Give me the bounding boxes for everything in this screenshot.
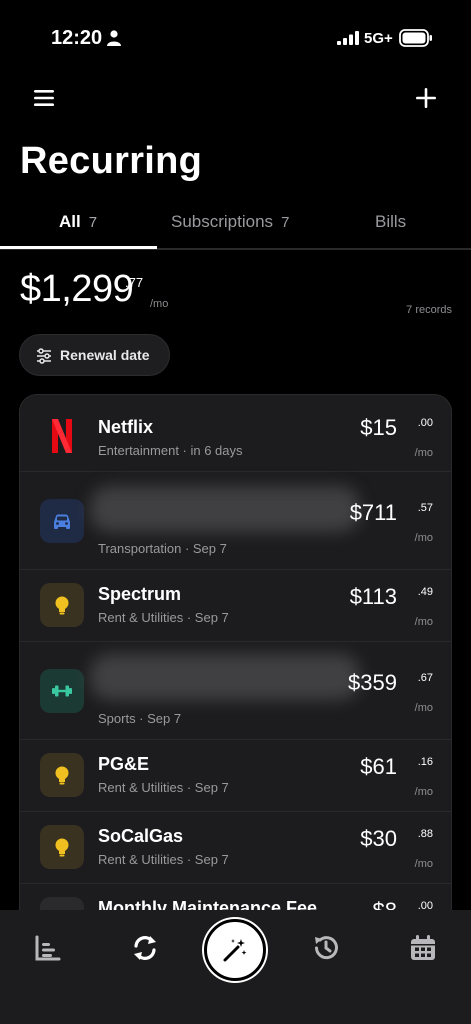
list-item-netflix[interactable]: Netflix Entertainment · in 6 days $15 .0… xyxy=(20,395,451,472)
status-bar: 12:20 5G+ xyxy=(0,0,471,70)
item-cents: .00 xyxy=(417,417,433,429)
battery-icon xyxy=(399,29,432,47)
car-glyph xyxy=(54,514,70,529)
item-amount: $61 xyxy=(360,754,397,779)
item-cents: .88 xyxy=(417,828,433,840)
person-icon xyxy=(107,30,121,46)
add-icon[interactable] xyxy=(414,86,438,110)
list-item-transportation[interactable]: Transportation · Sep 7 $711 .57 /mo xyxy=(20,472,451,570)
network-type: 5G+ xyxy=(364,30,393,47)
item-cents: .57 xyxy=(417,502,433,514)
item-subtitle: Sports · Sep 7 xyxy=(98,711,182,726)
sliders-icon xyxy=(37,348,51,364)
redacted-name xyxy=(90,654,360,700)
tab-subscriptions-count: 7 xyxy=(281,214,290,231)
item-amount: $30 xyxy=(360,826,397,851)
sort-renewal-date-button[interactable]: Renewal date xyxy=(19,334,170,376)
tab-bar: All 7 Subscriptions 7 Bills xyxy=(0,200,471,250)
tab-subscriptions-label: Subscriptions xyxy=(171,212,274,231)
calendar-icon[interactable] xyxy=(409,934,437,962)
tab-bills[interactable]: Bills xyxy=(375,212,406,232)
magic-wand-button[interactable] xyxy=(204,919,266,981)
item-name: SoCalGas xyxy=(98,826,184,846)
item-subtitle: Rent & Utilities · Sep 7 xyxy=(98,610,229,625)
item-amount: $359 xyxy=(348,670,397,695)
item-period: /mo xyxy=(414,447,433,459)
item-amount: $113 xyxy=(349,584,397,609)
item-subtitle: Rent & Utilities · Sep 7 xyxy=(98,780,229,795)
history-icon[interactable] xyxy=(312,934,340,962)
item-name: Netflix xyxy=(98,417,154,437)
lightbulb-icon xyxy=(40,583,84,627)
netflix-logo xyxy=(52,419,72,453)
recurring-list: Netflix Entertainment · in 6 days $15 .0… xyxy=(19,394,452,954)
item-period: /mo xyxy=(414,858,433,870)
item-cents: .49 xyxy=(417,586,433,598)
item-cents: .67 xyxy=(417,672,433,684)
monthly-total-cents: .77 xyxy=(125,275,144,290)
item-subtitle: Transportation · Sep 7 xyxy=(98,541,227,556)
redacted-name xyxy=(90,486,360,532)
page-title: Recurring xyxy=(20,140,203,182)
monthly-total: $1,299 xyxy=(20,268,134,310)
lightbulb-icon xyxy=(40,825,84,869)
menu-icon[interactable] xyxy=(32,86,56,110)
signal-icon xyxy=(337,31,359,45)
item-subtitle: Rent & Utilities · Sep 7 xyxy=(98,852,229,867)
item-period: /mo xyxy=(414,786,433,798)
item-amount: $711 xyxy=(349,500,397,525)
bottom-nav xyxy=(0,910,471,1024)
active-tab-indicator xyxy=(0,246,157,249)
car-icon xyxy=(40,499,84,543)
list-item-socalgas[interactable]: SoCalGas Rent & Utilities · Sep 7 $30 .8… xyxy=(20,812,451,884)
records-count: 7 records xyxy=(406,304,452,316)
item-cents: .16 xyxy=(417,756,433,768)
lightbulb-icon xyxy=(40,753,84,797)
dumbbell-icon xyxy=(40,669,84,713)
lightbulb-glyph xyxy=(55,766,69,785)
item-period: /mo xyxy=(414,532,433,544)
lightbulb-glyph xyxy=(55,838,69,857)
item-subtitle: Entertainment · in 6 days xyxy=(98,443,243,458)
list-item-spectrum[interactable]: Spectrum Rent & Utilities · Sep 7 $113 .… xyxy=(20,570,451,642)
list-item-sports[interactable]: Sports · Sep 7 $359 .67 /mo xyxy=(20,642,451,740)
tab-all-label: All xyxy=(59,212,81,231)
bar-chart-icon[interactable] xyxy=(34,934,62,962)
list-item-pge[interactable]: PG&E Rent & Utilities · Sep 7 $61 .16 /m… xyxy=(20,740,451,812)
item-period: /mo xyxy=(414,616,433,628)
sort-label: Renewal date xyxy=(60,347,150,363)
item-period: /mo xyxy=(414,702,433,714)
recurring-icon[interactable] xyxy=(131,934,159,962)
monthly-total-period: /mo xyxy=(150,298,169,310)
item-name: PG&E xyxy=(98,754,150,774)
status-time: 12:20 xyxy=(51,27,103,49)
tab-all[interactable]: All 7 xyxy=(59,212,97,232)
dumbbell-glyph xyxy=(52,685,72,697)
lightbulb-glyph xyxy=(55,596,69,615)
tab-subscriptions[interactable]: Subscriptions 7 xyxy=(171,212,289,232)
magic-wand-icon xyxy=(223,939,247,962)
tab-all-count: 7 xyxy=(88,214,98,231)
item-name: Spectrum xyxy=(98,584,182,604)
item-amount: $15 xyxy=(360,415,397,440)
tab-bills-label: Bills xyxy=(375,212,407,231)
